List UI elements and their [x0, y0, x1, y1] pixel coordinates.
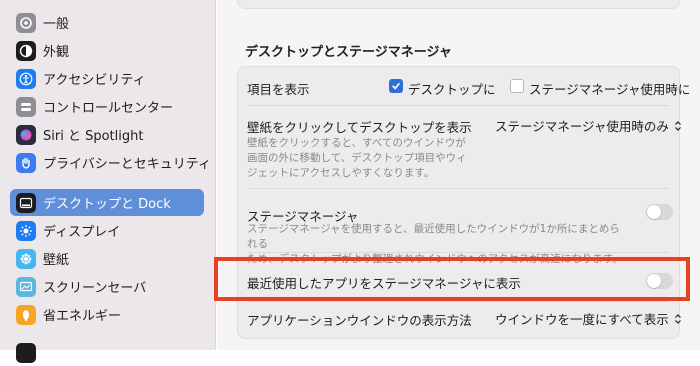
- desktop-checkbox[interactable]: [389, 79, 403, 93]
- energy-icon: [16, 304, 36, 325]
- sidebar-item-label: 壁紙: [43, 253, 70, 268]
- previous-group-bottom: [237, 0, 680, 9]
- siri-icon: [16, 124, 36, 145]
- wallpaper-icon: [16, 248, 36, 269]
- control-center-icon: [16, 96, 36, 117]
- sidebar-item-label: アクセシビリティ: [43, 73, 146, 88]
- hand-icon: [16, 152, 36, 173]
- highlight-box: [214, 257, 690, 301]
- section-title: デスクトップとステージマネージャ: [245, 45, 452, 60]
- sidebar-item-label: デスクトップと Dock: [43, 197, 171, 212]
- app-windows-row: アプリケーションウインドウの表示方法 ウインドウを一度にすべて表示: [238, 302, 681, 338]
- click-wallpaper-popup[interactable]: ステージマネージャ使用時のみ: [495, 116, 683, 135]
- description-line: ステージマネージャを使用すると、最近使用したウインドウが1か所にまとめられる: [247, 223, 620, 250]
- sidebar-item-partial[interactable]: [10, 339, 204, 366]
- show-items-row: 項目を表示 デスクトップに ステージマネージャ使用時に: [238, 67, 690, 105]
- app-icon: [16, 342, 36, 363]
- show-items-label: 項目を表示: [247, 82, 310, 97]
- checkmark-icon: [392, 83, 400, 90]
- sidebar-item-privacy-security[interactable]: プライバシーとセキュリティ: [10, 149, 211, 176]
- stage-manager-toggle[interactable]: [646, 204, 673, 220]
- sidebar-item-displays[interactable]: ディスプレイ: [10, 217, 204, 244]
- app-windows-label: アプリケーションウインドウの表示方法: [247, 313, 472, 328]
- display-icon: [16, 220, 36, 241]
- dock-icon: [16, 192, 36, 213]
- click-wallpaper-label: 壁紙をクリックしてデスクトップを表示: [247, 120, 472, 135]
- sidebar-item-screensaver[interactable]: スクリーンセーバ: [10, 273, 204, 300]
- sidebar-item-appearance[interactable]: 外観: [10, 37, 204, 64]
- sidebar: 一般 外観 アクセシビリティ コントロールセンター Siri と Spotlig…: [0, 0, 216, 363]
- sidebar-item-label: コントロールセンター: [43, 101, 174, 116]
- desktop-checkbox-label: デスクトップに: [408, 82, 496, 97]
- popup-value: ウインドウを一度にすべて表示: [495, 312, 669, 327]
- stage-manager-checkbox[interactable]: [510, 79, 524, 93]
- sidebar-item-desktop-dock[interactable]: デスクトップと Dock: [10, 189, 204, 216]
- toggle-knob: [647, 205, 661, 219]
- description-line: ジェットにアクセスしやすくなります。: [247, 167, 435, 179]
- sidebar-item-label: Siri と Spotlight: [43, 129, 144, 144]
- sidebar-item-general[interactable]: 一般: [10, 9, 204, 36]
- app-windows-popup[interactable]: ウインドウを一度にすべて表示: [495, 309, 683, 328]
- gear-icon: [16, 12, 36, 33]
- sidebar-item-siri-spotlight[interactable]: Siri と Spotlight: [10, 121, 204, 148]
- sidebar-item-label: プライバシーとセキュリティ: [43, 157, 211, 172]
- click-wallpaper-row: 壁紙をクリックしてデスクトップを表示 壁紙をクリックすると、すべてのウインドウが…: [238, 106, 681, 188]
- sidebar-item-wallpaper[interactable]: 壁紙: [10, 245, 204, 272]
- chevron-updown-icon: [674, 313, 681, 324]
- sidebar-item-label: ディスプレイ: [43, 225, 121, 240]
- stage-manager-checkbox-label: ステージマネージャ使用時に: [529, 82, 691, 97]
- sidebar-item-label: 省エネルギー: [43, 309, 122, 324]
- description-line: 画面の外に移動して、デスクトップ項目やウィ: [247, 152, 467, 164]
- click-wallpaper-description: 壁紙をクリックすると、すべてのウインドウが 画面の外に移動して、デスクトップ項目…: [247, 136, 487, 181]
- screensaver-icon: [16, 276, 36, 297]
- popup-value: ステージマネージャ使用時のみ: [495, 119, 669, 134]
- sidebar-item-label: 一般: [43, 17, 70, 32]
- stage-manager-row: ステージマネージャ ステージマネージャを使用すると、最近使用したウインドウが1か…: [238, 189, 681, 265]
- sidebar-item-control-center[interactable]: コントロールセンター: [10, 93, 204, 120]
- appearance-icon: [16, 40, 36, 61]
- chevron-updown-icon: [674, 120, 681, 131]
- accessibility-icon: [16, 68, 36, 89]
- sidebar-item-accessibility[interactable]: アクセシビリティ: [10, 65, 204, 92]
- description-line: 壁紙をクリックすると、すべてのウインドウが: [247, 137, 466, 149]
- sidebar-item-label: スクリーンセーバ: [43, 281, 147, 296]
- sidebar-item-label: 外観: [43, 45, 70, 60]
- sidebar-item-energy-saver[interactable]: 省エネルギー: [10, 301, 204, 328]
